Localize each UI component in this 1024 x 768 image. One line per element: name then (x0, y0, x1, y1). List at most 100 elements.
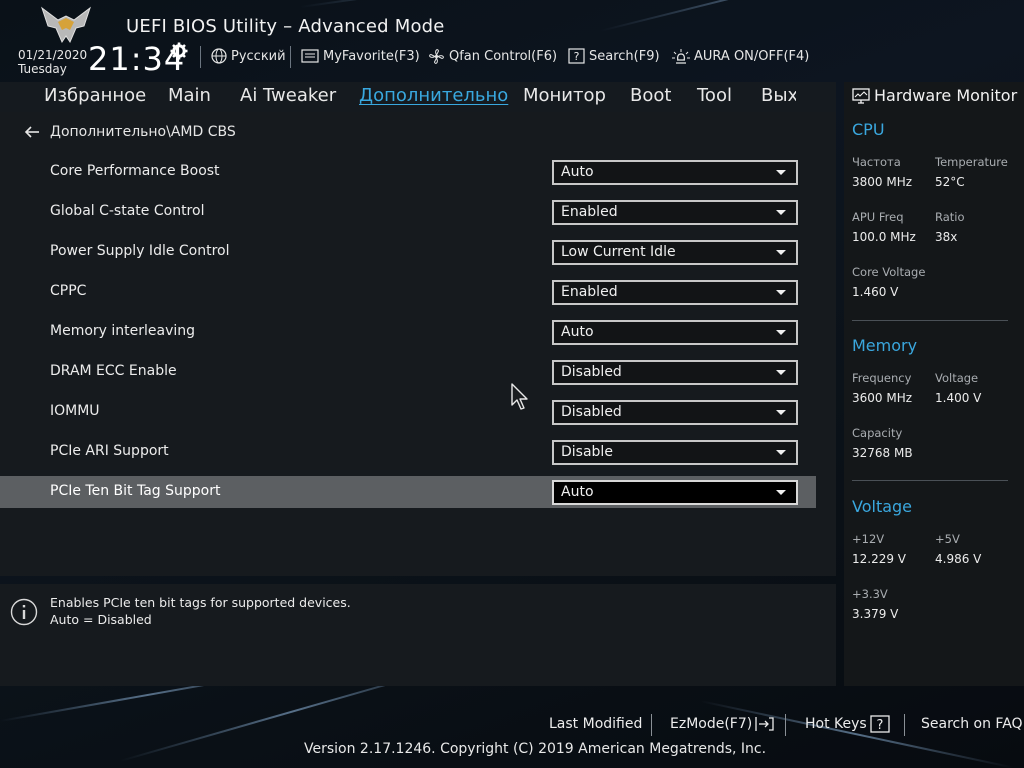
copyright-text: Version 2.17.1246. Copyright (C) 2019 Am… (304, 741, 767, 757)
dropdown-value: Auto (561, 484, 594, 500)
breadcrumb-path: Дополнительно\AMD CBS (50, 124, 236, 140)
tab-favorites[interactable]: Избранное (44, 85, 146, 106)
cpu-freq-label: Частота (852, 155, 901, 169)
memory-voltage-value: 1.400 V (935, 391, 982, 405)
help-panel: Enables PCIe ten bit tags for supported … (0, 584, 836, 686)
section-divider (852, 480, 1008, 481)
tab-tool[interactable]: Tool (697, 85, 732, 106)
setting-dropdown[interactable]: Disabled (552, 400, 798, 425)
setting-row-memory-interleaving[interactable]: Memory interleaving Auto (0, 316, 816, 348)
setting-row-global-c-state[interactable]: Global C-state Control Enabled (0, 196, 816, 228)
ezmode-exit-icon (755, 717, 774, 731)
setting-label: IOMMU (50, 403, 100, 419)
last-modified-button[interactable]: Last Modified (549, 714, 642, 734)
setting-label: Global C-state Control (50, 203, 205, 219)
setting-row-iommu[interactable]: IOMMU Disabled (0, 396, 816, 428)
toolbar-separator (200, 46, 201, 68)
dropdown-value: Auto (561, 324, 594, 340)
myfavorite-label: MyFavorite(F3) (323, 48, 420, 64)
language-button[interactable]: Русский (211, 46, 286, 66)
tab-ai-tweaker[interactable]: Ai Tweaker (240, 85, 336, 106)
setting-dropdown[interactable]: Auto (552, 480, 798, 505)
dropdown-value: Disabled (561, 364, 622, 380)
breadcrumb[interactable]: Дополнительно\AMD CBS (24, 124, 236, 140)
v33-value: 3.379 V (852, 607, 899, 621)
search-button[interactable]: ? Search(F9) (568, 46, 660, 66)
nav-tabs: Избранное Main Ai Tweaker Дополнительно … (0, 82, 796, 112)
caret-down-icon (776, 170, 786, 175)
cpu-temp-label: Temperature (935, 155, 1008, 169)
memory-section-title: Memory (852, 336, 918, 355)
fan-icon (429, 48, 444, 64)
dropdown-value: Disabled (561, 404, 622, 420)
memory-freq-value: 3600 MHz (852, 391, 913, 405)
dropdown-value: Low Current Idle (561, 244, 676, 260)
setting-label: Memory interleaving (50, 323, 196, 339)
dropdown-value: Disable (561, 444, 613, 460)
setting-row-power-supply-idle[interactable]: Power Supply Idle Control Low Current Id… (0, 236, 816, 268)
favorite-icon (301, 48, 319, 63)
setting-row-pcie-ari[interactable]: PCIe ARI Support Disable (0, 436, 816, 468)
day-text: Tuesday (18, 62, 67, 76)
setting-label: PCIe ARI Support (50, 443, 169, 459)
ezmode-button[interactable]: EzMode(F7) (670, 714, 775, 734)
ratio-label: Ratio (935, 210, 965, 224)
v12-value: 12.229 V (852, 552, 907, 566)
tab-main[interactable]: Main (168, 85, 211, 106)
v33-label: +3.3V (852, 587, 888, 601)
setting-dropdown[interactable]: Enabled (552, 200, 798, 225)
aura-icon (672, 48, 690, 64)
app-title: UEFI BIOS Utility – Advanced Mode (126, 16, 445, 37)
date-text: 01/21/2020 (18, 48, 88, 62)
toolbar-separator (290, 46, 291, 68)
svg-text:?: ? (574, 50, 580, 63)
tab-exit[interactable]: Выход (761, 85, 796, 106)
setting-dropdown[interactable]: Low Current Idle (552, 240, 798, 265)
caret-down-icon (776, 370, 786, 375)
tab-boot[interactable]: Boot (630, 85, 671, 106)
hot-keys-button[interactable]: Hot Keys ? (805, 714, 890, 734)
setting-row-core-performance-boost[interactable]: Core Performance Boost Auto (0, 156, 816, 188)
search-faq-label: Search on FAQ (921, 716, 1023, 732)
setting-dropdown[interactable]: Enabled (552, 280, 798, 305)
myfavorite-button[interactable]: MyFavorite(F3) (301, 46, 420, 66)
tab-advanced[interactable]: Дополнительно (359, 85, 508, 106)
header: UEFI BIOS Utility – Advanced Mode 01/21/… (0, 0, 1024, 82)
v5-value: 4.986 V (935, 552, 982, 566)
back-arrow-icon[interactable] (24, 125, 40, 139)
search-faq-button[interactable]: Search on FAQ (921, 714, 1023, 734)
setting-dropdown[interactable]: Auto (552, 160, 798, 185)
setting-row-pcie-ten-bit-tag[interactable]: PCIe Ten Bit Tag Support Auto (0, 476, 816, 508)
voltage-section-title: Voltage (852, 497, 913, 516)
memory-freq-label: Frequency (852, 371, 912, 385)
setting-label: Core Performance Boost (50, 163, 220, 179)
setting-label: CPPC (50, 283, 87, 299)
setting-dropdown[interactable]: Disable (552, 440, 798, 465)
setting-dropdown[interactable]: Disabled (552, 360, 798, 385)
tab-monitor[interactable]: Монитор (523, 85, 606, 106)
aura-toggle-button[interactable]: AURA ON/OFF(F4) (672, 46, 809, 66)
setting-row-dram-ecc[interactable]: DRAM ECC Enable Disabled (0, 356, 816, 388)
memory-capacity-value: 32768 MB (852, 446, 913, 460)
setting-label: DRAM ECC Enable (50, 363, 177, 379)
section-divider (852, 320, 1008, 321)
footer-separator (904, 714, 905, 736)
ezmode-label: EzMode(F7) (670, 716, 753, 732)
footer-separator (651, 714, 652, 736)
aura-label: AURA ON/OFF(F4) (694, 48, 810, 64)
setting-row-cppc[interactable]: CPPC Enabled (0, 276, 816, 308)
background-streak (699, 700, 1014, 768)
cpu-section-title: CPU (852, 120, 885, 139)
language-label: Русский (231, 48, 286, 64)
date-display[interactable]: 01/21/2020 Tuesday (18, 48, 87, 76)
caret-down-icon (776, 210, 786, 215)
gear-icon[interactable] (170, 42, 188, 60)
globe-icon (211, 48, 227, 64)
caret-down-icon (776, 490, 786, 495)
caret-down-icon (776, 410, 786, 415)
qfan-control-button[interactable]: Qfan Control(F6) (428, 46, 557, 66)
apu-freq-label: APU Freq (852, 210, 904, 224)
setting-dropdown[interactable]: Auto (552, 320, 798, 345)
monitor-icon (852, 87, 870, 104)
hardware-monitor-label: Hardware Monitor (874, 86, 1018, 105)
